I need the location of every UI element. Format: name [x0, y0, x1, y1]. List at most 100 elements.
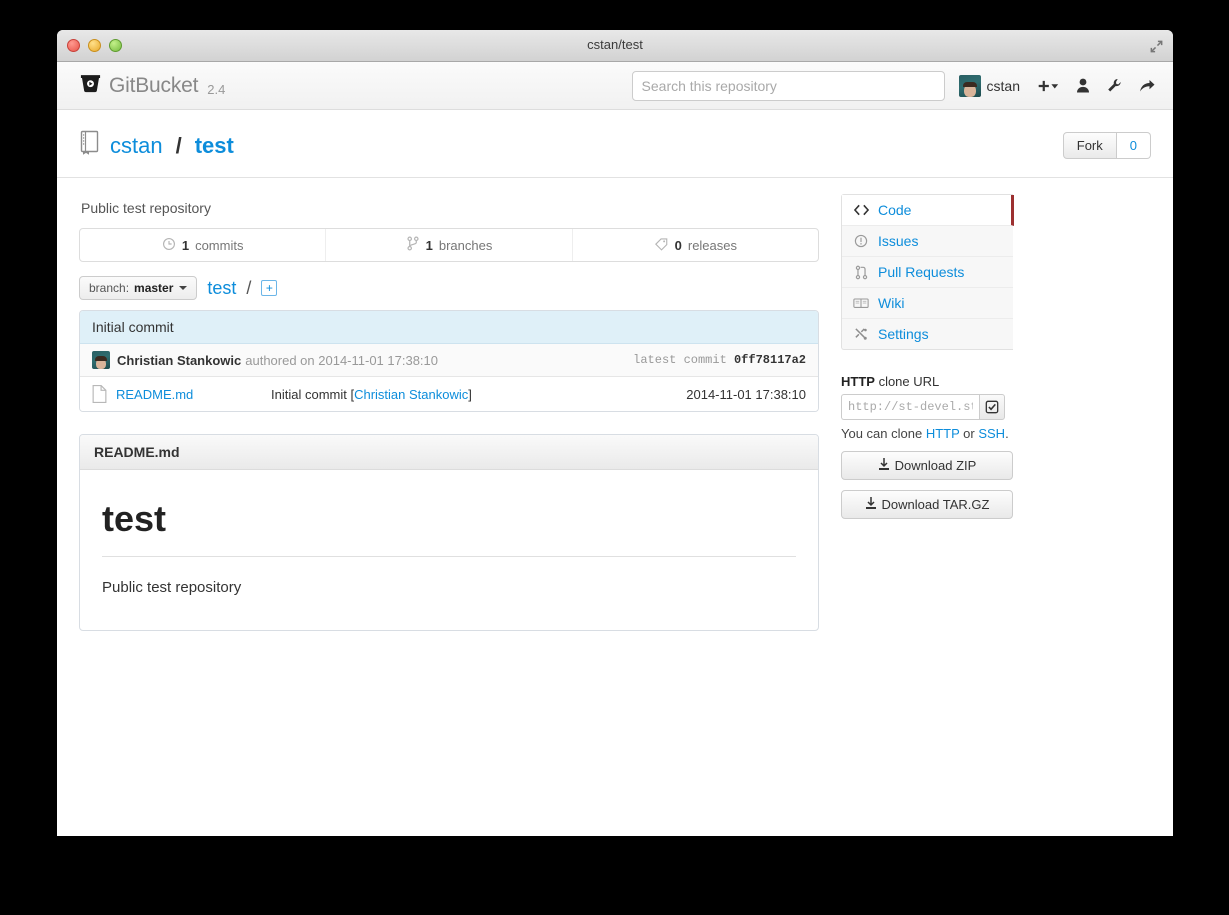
clone-hint-prefix: You can clone [841, 426, 926, 441]
gitbucket-bucket-icon [79, 72, 102, 100]
sidebar-item-settings[interactable]: Settings [842, 319, 1013, 349]
fork-count[interactable]: 0 [1116, 132, 1151, 159]
page-body: Public test repository 1 commits 1 branc… [57, 178, 1173, 631]
brand-version: 2.4 [207, 81, 226, 97]
sign-out-icon[interactable] [1139, 79, 1155, 93]
sidebar-item-pull-requests[interactable]: Pull Requests [842, 257, 1013, 288]
os-window: cstan/test GitBucket 2.4 Search this rep… [57, 30, 1173, 836]
copy-clipboard-icon[interactable] [979, 394, 1005, 420]
readme-filename: README.md [80, 435, 818, 470]
latest-commit-hash-group: latest commit 0ff78117a2 [633, 353, 806, 367]
file-browser-panel: Initial commit Christian Stankowic autho… [79, 310, 819, 412]
plus-dropdown-icon[interactable] [1037, 79, 1059, 93]
main-column: Public test repository 1 commits 1 branc… [79, 200, 819, 631]
readme-paragraph: Public test repository [102, 579, 242, 596]
sidebar-item-label: Issues [878, 233, 919, 249]
stat-commits[interactable]: 1 commits [80, 229, 327, 261]
brand-name: GitBucket [109, 73, 199, 97]
table-row[interactable]: README.md Initial commit [Christian Stan… [80, 377, 818, 411]
stat-releases-count: 0 [674, 237, 682, 253]
latest-commit-hash[interactable]: 0ff78117a2 [734, 353, 806, 367]
window-titlebar: cstan/test [57, 30, 1173, 62]
username-label: cstan [986, 77, 1020, 94]
clone-http-link[interactable]: HTTP [926, 426, 960, 441]
app-header: GitBucket 2.4 cstan [57, 62, 1173, 110]
clone-block: HTTP clone URL You can clone HTTP or SSH… [841, 374, 1013, 519]
branch-row: branch: master test / + [79, 276, 819, 300]
expand-diagonal-icon[interactable] [1145, 36, 1167, 56]
branch-icon [406, 236, 420, 254]
tag-icon [654, 237, 669, 254]
search-input[interactable] [631, 70, 945, 101]
latest-commit-message: Initial commit [80, 311, 818, 344]
code-brackets-icon [852, 204, 870, 216]
settings-tools-icon [852, 327, 870, 342]
file-icon [92, 385, 116, 403]
wiki-book-icon [852, 297, 870, 309]
sidebar-item-code[interactable]: Code [842, 195, 1014, 226]
sidebar: Code Issues Pull Requests Wiki Settings … [841, 194, 1014, 631]
fork-group: Fork 0 [1062, 132, 1151, 159]
readme-content: test Public test repository [80, 470, 818, 630]
path-crumb-root[interactable]: test [207, 278, 236, 299]
stat-branches-count: 1 [425, 237, 433, 253]
wrench-icon[interactable] [1107, 78, 1122, 93]
branch-current-label: master [134, 281, 174, 295]
clone-url-input[interactable] [841, 394, 979, 420]
clone-protocol-label: HTTP [841, 374, 875, 389]
path-crumb-separator: / [246, 277, 252, 298]
clone-label-rest: clone URL [874, 374, 940, 389]
stat-commits-count: 1 [181, 237, 190, 253]
download-icon [865, 496, 877, 513]
add-file-icon[interactable]: + [261, 280, 278, 296]
brand[interactable]: GitBucket 2.4 [79, 72, 225, 100]
stat-branches[interactable]: 1 branches [326, 229, 573, 261]
history-clock-icon [162, 237, 176, 254]
commit-author-name[interactable]: Christian Stankowic [117, 353, 241, 368]
file-commit-suffix: ] [468, 386, 472, 402]
clone-hint-or: or [959, 426, 979, 441]
file-commit-date: 2014-11-01 17:38:10 [686, 386, 806, 402]
latest-commit-author-bar: Christian Stankowic authored on 2014-11-… [80, 344, 818, 377]
repo-description: Public test repository [81, 200, 211, 216]
issue-circle-icon [852, 234, 870, 248]
file-commit-author-link[interactable]: Christian Stankowic [354, 387, 468, 402]
file-name-link[interactable]: README.md [116, 387, 271, 402]
latest-commit-label: latest commit [633, 353, 727, 367]
branch-prefix-label: branch: [89, 281, 130, 295]
commit-author-meta: authored on 2014-11-01 17:38:10 [245, 352, 439, 368]
download-targz-button[interactable]: Download TAR.GZ [841, 490, 1013, 519]
sidebar-item-label: Settings [878, 326, 929, 342]
download-targz-label: Download TAR.GZ [881, 497, 990, 512]
download-zip-button[interactable]: Download ZIP [841, 451, 1013, 480]
readme-heading: test [102, 498, 796, 557]
clone-url-label: HTTP clone URL [841, 374, 1013, 389]
stat-releases[interactable]: 0 releases [573, 229, 818, 261]
file-commit-message: Initial commit [Christian Stankowic] [271, 387, 686, 402]
clone-hint-suffix: . [1005, 426, 1009, 441]
user-menu[interactable]: cstan [958, 74, 1020, 97]
repository-book-icon [79, 130, 100, 161]
repo-name-link[interactable]: test [195, 133, 234, 159]
clone-hint: You can clone HTTP or SSH. [841, 426, 1013, 441]
branch-selector[interactable]: branch: master [79, 276, 198, 300]
clone-url-row [841, 394, 1013, 420]
repo-owner-link[interactable]: cstan [110, 133, 163, 159]
stat-commits-label: commits [195, 237, 244, 253]
sidebar-item-issues[interactable]: Issues [842, 226, 1013, 257]
repo-breadcrumb: cstan / test [79, 130, 234, 161]
fork-button[interactable]: Fork [1062, 132, 1117, 159]
file-commit-prefix: Initial commit [ [271, 386, 355, 402]
avatar [958, 74, 981, 97]
user-icon[interactable] [1076, 78, 1090, 93]
avatar [92, 351, 110, 369]
sidebar-item-label: Code [878, 202, 912, 218]
sidebar-item-wiki[interactable]: Wiki [842, 288, 1013, 319]
clone-ssh-link[interactable]: SSH [978, 426, 1005, 441]
repo-stats-bar: 1 commits 1 branches 0 releases [79, 228, 819, 262]
pull-request-icon [852, 265, 870, 280]
repo-path-separator: / [175, 132, 182, 158]
header-right: cstan [631, 70, 1155, 101]
window-title: cstan/test [587, 37, 643, 52]
stat-branches-label: branches [438, 237, 493, 253]
